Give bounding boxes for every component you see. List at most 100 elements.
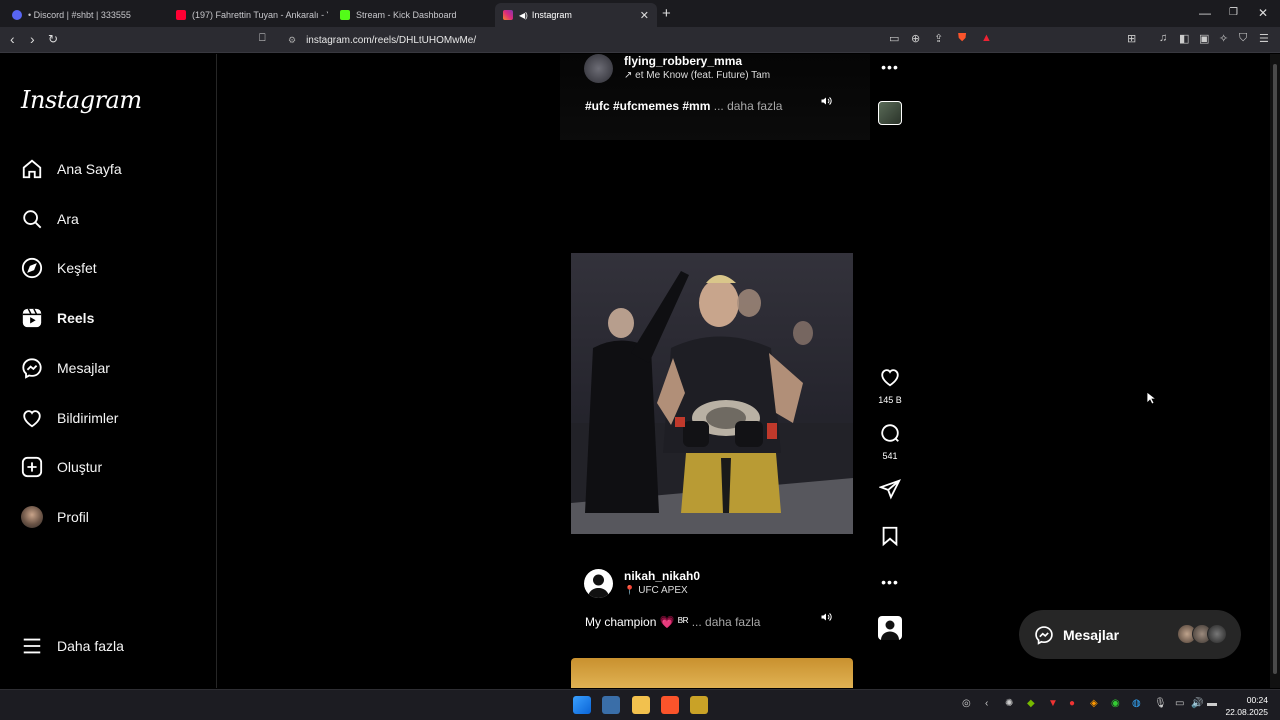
- more-options-icon[interactable]: •••: [876, 59, 904, 75]
- avatar: [20, 505, 44, 529]
- start-icon[interactable]: [573, 696, 591, 714]
- clock-date: 22.08.2025: [1225, 707, 1268, 717]
- tab-label: (197) Fahrettin Tuyan - Ankaralı - You: [192, 10, 328, 20]
- messages-label: Mesajlar: [1063, 626, 1120, 643]
- browser-tab-bar: • Discord | #shbt | 333555 (197) Fahrett…: [0, 0, 1280, 27]
- brave-icon[interactable]: [661, 696, 679, 714]
- nvidia-icon[interactable]: ◆: [1027, 698, 1035, 709]
- like-count: 145 B: [878, 395, 902, 405]
- battery-icon[interactable]: ▬: [1207, 698, 1217, 709]
- microphone-icon[interactable]: 🎙: [1154, 698, 1167, 709]
- reels-icon: [20, 306, 44, 330]
- page-scrollbar[interactable]: [1270, 54, 1280, 688]
- back-button[interactable]: ‹: [10, 31, 15, 47]
- screen-icon[interactable]: ▭: [889, 32, 899, 45]
- site-info-icon[interactable]: ⚙: [288, 35, 296, 46]
- tab-search-icon[interactable]: ⊞: [1127, 32, 1136, 45]
- tab-youtube[interactable]: (197) Fahrettin Tuyan - Ankaralı - You: [168, 3, 328, 27]
- minimize-button[interactable]: —: [1199, 6, 1211, 20]
- file-explorer-icon[interactable]: [632, 696, 650, 714]
- caption-more-link[interactable]: ... daha fazla: [714, 99, 783, 113]
- bookmark-icon: [882, 526, 898, 547]
- media-icon[interactable]: ♫: [1159, 32, 1167, 44]
- reel-username[interactable]: nikah_nikah0: [624, 569, 700, 583]
- save-button[interactable]: [876, 525, 904, 552]
- sidebar-item-explore[interactable]: Keşfet: [20, 253, 97, 283]
- reel-location[interactable]: 📍 UFC APEX: [624, 585, 688, 596]
- tab-discord[interactable]: • Discord | #shbt | 333555: [4, 3, 164, 27]
- tab-label: Stream - Kick Dashboard: [356, 10, 457, 20]
- reload-button[interactable]: ↻: [48, 32, 58, 46]
- system-clock[interactable]: 00:24 22.08.2025: [1225, 694, 1268, 718]
- share-icon[interactable]: ⇪: [934, 32, 943, 45]
- more-options-icon[interactable]: •••: [876, 574, 904, 590]
- tray-expand-icon[interactable]: ‹: [985, 698, 988, 709]
- compass-icon: [20, 256, 44, 280]
- caption-text: My champion 💗 ᴮᴿ: [585, 615, 689, 629]
- tab-kick[interactable]: Stream - Kick Dashboard: [332, 3, 492, 27]
- reel-username[interactable]: flying_robbery_mma: [624, 54, 742, 68]
- search-icon: [20, 207, 44, 231]
- tray-app-icon[interactable]: ◉: [1111, 698, 1120, 709]
- scrollbar-thumb[interactable]: [1273, 64, 1277, 674]
- volume-icon[interactable]: [820, 95, 832, 110]
- messenger-icon: [20, 356, 44, 380]
- brave-rewards-icon[interactable]: ▲: [981, 32, 992, 44]
- brave-shield-icon[interactable]: ⛊: [958, 32, 966, 45]
- reel-author-avatar[interactable]: [584, 569, 613, 598]
- leo-ai-icon[interactable]: ✧: [1219, 32, 1228, 45]
- audio-thumbnail[interactable]: [878, 616, 902, 640]
- sidebar-item-label: Ara: [57, 211, 79, 227]
- sidebar-item-reels[interactable]: Reels: [20, 303, 94, 333]
- network-icon[interactable]: ▭: [1175, 698, 1184, 709]
- maximize-button[interactable]: ❐: [1229, 7, 1238, 18]
- tab-instagram[interactable]: ◀) Instagram ✕: [495, 3, 657, 27]
- send-icon: [878, 479, 901, 500]
- sidebar-item-notifications[interactable]: Bildirimler: [20, 403, 118, 433]
- like-button[interactable]: 145 B: [876, 366, 904, 405]
- forward-button[interactable]: ›: [30, 31, 35, 47]
- sidebar-item-create[interactable]: Oluştur: [20, 452, 102, 482]
- close-tab-icon[interactable]: ✕: [640, 9, 649, 22]
- menu-icon[interactable]: ☰: [1259, 32, 1269, 45]
- tray-app-icon[interactable]: ◍: [1132, 698, 1141, 709]
- vpn-icon[interactable]: ⛉: [1239, 32, 1247, 45]
- reel-author-avatar[interactable]: [584, 54, 613, 83]
- tray-app-icon[interactable]: ✺: [1005, 698, 1013, 709]
- tray-app-icon[interactable]: ▼: [1048, 698, 1058, 709]
- speaker-icon: ◀): [519, 10, 528, 20]
- tray-app-icon[interactable]: ◎: [962, 698, 971, 709]
- reel-video[interactable]: [571, 253, 853, 534]
- comment-button[interactable]: 541: [876, 422, 904, 461]
- sidebar-icon[interactable]: ◧: [1179, 32, 1189, 45]
- wallet-icon[interactable]: ▣: [1199, 32, 1209, 45]
- sidebar-item-label: Reels: [57, 310, 95, 326]
- heart-icon: [881, 369, 899, 387]
- clock-time: 00:24: [1246, 695, 1268, 705]
- reel-caption: My champion 💗 ᴮᴿ ... daha fazla: [585, 615, 760, 629]
- next-reel-preview[interactable]: [571, 658, 853, 688]
- caption-more-link[interactable]: ... daha fazla: [692, 615, 761, 629]
- new-tab-button[interactable]: +: [662, 5, 671, 22]
- sidebar-item-label: Profil: [57, 509, 89, 525]
- sidebar-item-profile[interactable]: Profil: [20, 502, 89, 532]
- close-window-button[interactable]: ✕: [1258, 6, 1268, 20]
- share-button[interactable]: [876, 478, 904, 505]
- sidebar-item-home[interactable]: Ana Sayfa: [20, 154, 122, 184]
- instagram-logo[interactable]: Instagram: [21, 86, 142, 114]
- volume-icon[interactable]: [820, 611, 832, 626]
- zoom-icon[interactable]: ⊕: [911, 32, 920, 45]
- sidebar-item-more[interactable]: Daha fazla: [20, 631, 124, 661]
- sidebar-item-search[interactable]: Ara: [20, 204, 79, 234]
- tray-app-icon[interactable]: ●: [1069, 698, 1075, 709]
- bookmark-icon[interactable]: ⎕: [259, 32, 266, 45]
- messages-pill[interactable]: Mesajlar: [1019, 610, 1241, 659]
- widgets-icon[interactable]: [602, 696, 620, 714]
- game-launcher-icon[interactable]: [690, 696, 708, 714]
- caption-text: #ufc #ufcmemes #mm: [585, 99, 711, 113]
- reel-audio[interactable]: ↗ et Me Know (feat. Future) Tam: [624, 70, 784, 81]
- speaker-icon[interactable]: 🔊: [1191, 698, 1203, 709]
- sidebar-item-messages[interactable]: Mesajlar: [20, 353, 110, 383]
- audio-thumbnail[interactable]: [878, 101, 902, 125]
- tray-app-icon[interactable]: ◈: [1090, 698, 1098, 709]
